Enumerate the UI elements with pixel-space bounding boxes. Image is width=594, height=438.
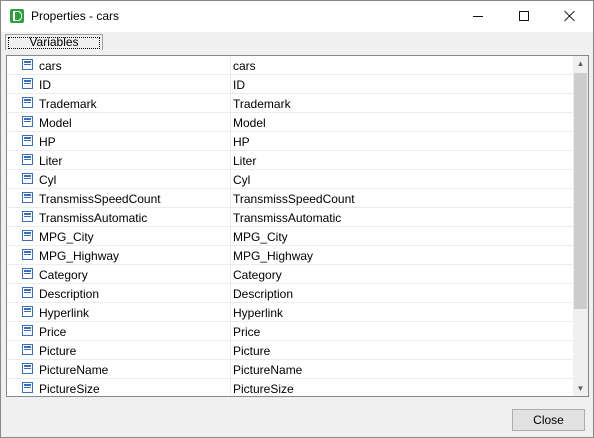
properties-window: Properties - cars Variables cars cars ID ID… (0, 0, 594, 438)
variable-alias: Cyl (233, 173, 251, 187)
variable-name: ID (39, 78, 51, 92)
variable-name: Price (39, 325, 67, 339)
field-table-icon (22, 382, 33, 393)
variable-name: Category (39, 268, 88, 282)
maximize-button[interactable] (501, 1, 547, 32)
variables-rows: cars cars ID ID Trademark Trademark Model Model… (7, 56, 573, 396)
variable-alias: Hyperlink (233, 306, 284, 320)
variable-name: TransmissSpeedCount (39, 192, 161, 206)
minimize-button[interactable] (455, 1, 501, 32)
tab-strip: Variables (4, 33, 589, 51)
list-item[interactable]: PictureSize PictureSize (7, 379, 573, 396)
variable-alias: TransmissSpeedCount (233, 192, 355, 206)
field-table-icon (22, 97, 33, 108)
variable-name: MPG_City (39, 230, 94, 244)
variable-alias: PictureSize (233, 382, 294, 396)
variable-name: Picture (39, 344, 77, 358)
field-table-icon (22, 154, 33, 165)
variable-alias: Picture (233, 344, 271, 358)
focus-rect (8, 37, 100, 49)
close-icon (564, 10, 576, 22)
variable-name: PictureSize (39, 382, 100, 396)
variable-name: Hyperlink (39, 306, 90, 320)
variable-alias: HP (233, 135, 250, 149)
list-item[interactable]: HP HP (7, 132, 573, 151)
title-bar[interactable]: Properties - cars (1, 1, 593, 32)
field-table-icon (22, 192, 33, 203)
list-item[interactable]: Liter Liter (7, 151, 573, 170)
list-item[interactable]: cars cars (7, 56, 573, 75)
field-table-icon (22, 116, 33, 127)
variable-name: Model (39, 116, 72, 130)
variable-name: HP (39, 135, 56, 149)
field-table-icon (22, 135, 33, 146)
variable-name: Description (39, 287, 100, 301)
list-item[interactable]: ID ID (7, 75, 573, 94)
variable-alias: Price (233, 325, 261, 339)
app-logo-icon (10, 9, 24, 23)
variable-name: Trademark (39, 97, 97, 111)
variables-list[interactable]: cars cars ID ID Trademark Trademark Model Model… (6, 55, 589, 397)
field-table-icon (22, 287, 33, 298)
list-item[interactable]: PictureName PictureName (7, 360, 573, 379)
list-item[interactable]: Price Price (7, 322, 573, 341)
tab-variables[interactable]: Variables (5, 34, 103, 50)
variable-alias: Trademark (233, 97, 291, 111)
window-title: Properties - cars (31, 9, 120, 23)
list-item[interactable]: Description Description (7, 284, 573, 303)
variable-alias: Liter (233, 154, 257, 168)
field-table-icon (22, 363, 33, 374)
variable-alias: MPG_City (233, 230, 288, 244)
list-item[interactable]: Cyl Cyl (7, 170, 573, 189)
close-button[interactable]: Close (512, 409, 585, 431)
field-table-icon (22, 230, 33, 241)
field-table-icon (22, 59, 33, 70)
field-table-icon (22, 306, 33, 317)
list-item[interactable]: Hyperlink Hyperlink (7, 303, 573, 322)
variable-name: MPG_Highway (39, 249, 120, 263)
variable-alias: TransmissAutomatic (233, 211, 342, 225)
field-table-icon (22, 268, 33, 279)
variable-alias: Description (233, 287, 294, 301)
field-table-icon (22, 173, 33, 184)
scrollbar-thumb[interactable] (574, 73, 587, 309)
window-close-button[interactable] (547, 1, 593, 32)
variable-name: TransmissAutomatic (39, 211, 148, 225)
field-table-icon (22, 78, 33, 89)
variable-alias: ID (233, 78, 245, 92)
variable-alias: Category (233, 268, 282, 282)
field-table-icon (22, 211, 33, 222)
list-item[interactable]: Model Model (7, 113, 573, 132)
variable-name: cars (39, 59, 62, 73)
list-item[interactable]: TransmissSpeedCount TransmissSpeedCount (7, 189, 573, 208)
list-item[interactable]: Picture Picture (7, 341, 573, 360)
variable-alias: cars (233, 59, 256, 73)
field-table-icon (22, 344, 33, 355)
variable-name: Cyl (39, 173, 57, 187)
list-item[interactable]: TransmissAutomatic TransmissAutomatic (7, 208, 573, 227)
list-item[interactable]: Trademark Trademark (7, 94, 573, 113)
variable-alias: PictureName (233, 363, 303, 377)
list-item[interactable]: MPG_Highway MPG_Highway (7, 246, 573, 265)
vertical-scrollbar[interactable]: ▲ ▼ (573, 56, 588, 396)
field-table-icon (22, 325, 33, 336)
variable-alias: Model (233, 116, 266, 130)
variable-name: Liter (39, 154, 63, 168)
variable-alias: MPG_Highway (233, 249, 314, 263)
chevron-up-icon[interactable]: ▲ (573, 56, 588, 71)
field-table-icon (22, 249, 33, 260)
list-item[interactable]: MPG_City MPG_City (7, 227, 573, 246)
chevron-down-icon[interactable]: ▼ (573, 381, 588, 396)
maximize-icon (519, 11, 529, 21)
list-item[interactable]: Category Category (7, 265, 573, 284)
variable-name: PictureName (39, 363, 109, 377)
minimize-icon (473, 16, 483, 17)
